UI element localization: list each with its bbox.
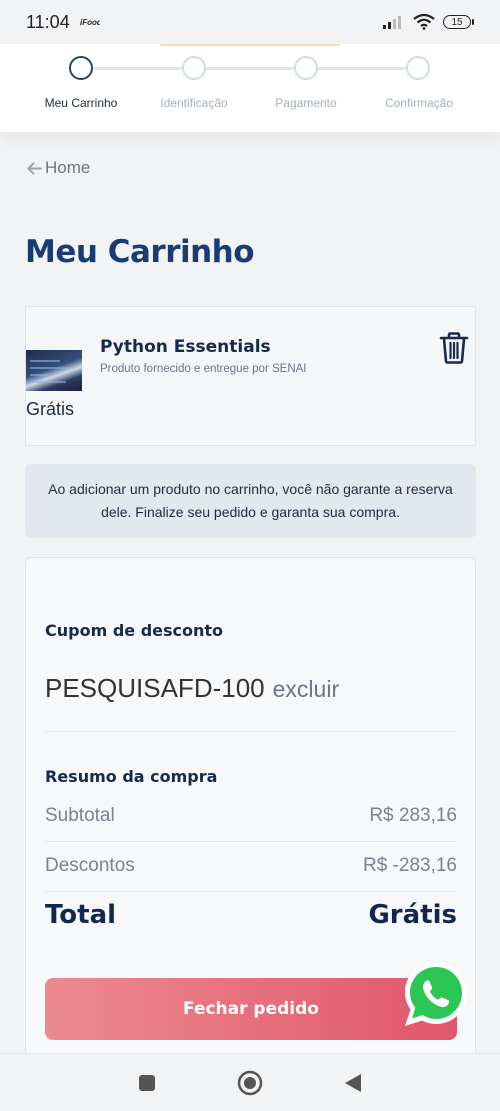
trash-icon[interactable] [438, 331, 470, 365]
status-right: 15 [383, 14, 474, 30]
triangle-back-icon [345, 1073, 362, 1092]
checkout-stepper: Meu Carrinho Identificação Pagamento Con… [0, 44, 500, 132]
product-thumbnail [26, 350, 82, 391]
step-label-payment: Pagamento [275, 96, 337, 110]
discount-label: Descontos [45, 855, 135, 876]
status-bar: 11:04 iFood 15 [0, 0, 500, 44]
breadcrumb-label: Home [45, 158, 91, 177]
step-label-confirmation: Confirmação [384, 96, 454, 110]
battery-icon: 15 [443, 15, 474, 29]
svg-text:iFood: iFood [80, 18, 100, 27]
square-icon [138, 1074, 155, 1091]
subtotal-label: Subtotal [45, 805, 115, 826]
step-circle-payment [294, 56, 318, 80]
back-button[interactable] [333, 1063, 373, 1103]
arrow-left-icon [27, 161, 43, 175]
status-time: 11:04 [26, 11, 70, 32]
summary-title: Resumo da compra [45, 767, 218, 786]
recents-button[interactable] [127, 1063, 167, 1103]
coupon-title: Cupom de desconto [45, 621, 224, 640]
divider [45, 841, 457, 842]
status-left: 11:04 iFood [26, 12, 100, 33]
breadcrumb-home-link[interactable]: Home [26, 158, 90, 178]
total-row: Total Grátis [45, 900, 457, 930]
coupon-code: PESQUISAFD-100 [45, 673, 265, 703]
whatsapp-icon[interactable] [400, 958, 472, 1030]
step-circle-confirmation [406, 56, 430, 80]
total-value: Grátis [368, 900, 457, 930]
subtotal-row: Subtotal R$ 283,16 [45, 805, 457, 827]
divider [45, 731, 457, 732]
signal-icon [383, 16, 401, 29]
discount-row: Descontos R$ -283,16 [45, 855, 457, 877]
circle-icon [237, 1070, 263, 1095]
promo-banner-edge [160, 44, 340, 46]
coupon-row: PESQUISAFD-100 excluir [45, 673, 339, 704]
step-label-cart: Meu Carrinho [44, 96, 118, 110]
total-label: Total [45, 900, 117, 930]
cart-item: Grátis Python Essentials Produto forneci… [25, 306, 476, 446]
product-price: Grátis [26, 399, 75, 419]
step-connector [318, 67, 406, 70]
product-vendor: Produto fornecido e entregue por SENAI [100, 363, 307, 375]
home-button[interactable] [230, 1063, 270, 1103]
wifi-icon [413, 14, 435, 30]
discount-value: R$ -283,16 [362, 855, 457, 876]
system-nav-bar [0, 1053, 500, 1111]
checkout-button[interactable]: Fechar pedido [45, 978, 457, 1040]
reservation-notice: Ao adicionar um produto no carrinho, voc… [25, 464, 476, 538]
step-label-identification: Identificação [160, 96, 228, 110]
product-name: Python Essentials [100, 337, 271, 357]
subtotal-value: R$ 283,16 [369, 805, 457, 826]
step-connector [206, 67, 294, 70]
remove-coupon-link[interactable]: excluir [273, 676, 339, 703]
step-connector [94, 67, 182, 70]
page-title: Meu Carrinho [25, 234, 255, 270]
ifood-icon: iFood [80, 18, 100, 27]
battery-level: 15 [443, 15, 471, 29]
divider [45, 891, 457, 892]
step-circle-identification [182, 56, 206, 80]
step-circle-cart [69, 56, 93, 80]
